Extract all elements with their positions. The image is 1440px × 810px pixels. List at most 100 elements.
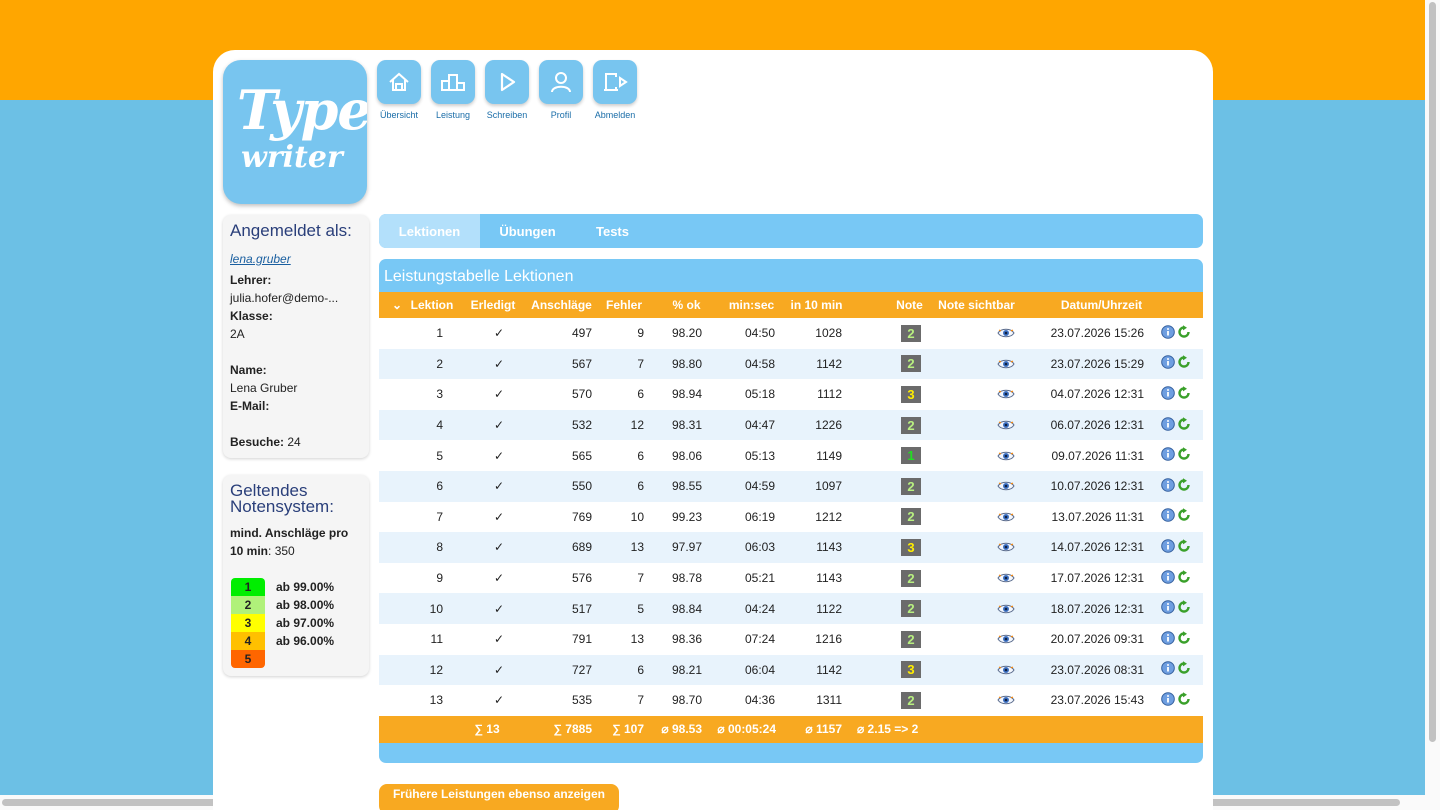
- cell-min-sec: 04:58: [744, 356, 775, 371]
- row-actions: [1161, 379, 1195, 410]
- table-row: 7 ✓ 769 10 99.23 06:19 1212 13.07.2026 11:31 2: [379, 501, 1203, 533]
- repeat-icon[interactable]: [1177, 355, 1191, 372]
- cell-datum: 18.07.2026 12:31: [1050, 601, 1144, 616]
- info-icon[interactable]: [1161, 386, 1175, 403]
- cell-erledigt: ✓: [493, 418, 505, 433]
- repeat-icon[interactable]: [1177, 661, 1191, 678]
- cell-lektion: 4: [436, 418, 443, 433]
- repeat-icon[interactable]: [1177, 508, 1191, 525]
- repeat-icon[interactable]: [1177, 416, 1191, 434]
- info-icon[interactable]: [1161, 416, 1175, 434]
- header-note[interactable]: Note: [887, 292, 932, 318]
- header-in-10-min[interactable]: in 10 min: [784, 292, 849, 318]
- header-lektion[interactable]: Lektion: [407, 292, 457, 318]
- grade-badge: 2: [901, 569, 921, 587]
- repeat-icon[interactable]: [1177, 386, 1191, 403]
- info-icon[interactable]: [1161, 692, 1175, 709]
- repeat-icon[interactable]: [1177, 447, 1191, 464]
- repeat-icon[interactable]: [1177, 692, 1191, 709]
- info-icon[interactable]: [1161, 355, 1175, 372]
- user-icon: [539, 60, 583, 104]
- cell-erledigt: ✓: [493, 326, 505, 341]
- info-icon[interactable]: [1161, 661, 1175, 678]
- nav-profil-button[interactable]: Profil: [534, 60, 588, 120]
- repeat-icon[interactable]: [1177, 569, 1191, 587]
- eye-icon[interactable]: [996, 379, 1016, 410]
- min-strokes-line: 10 min: 350: [230, 544, 295, 558]
- typewriter-logo[interactable]: Type writer: [223, 60, 367, 204]
- eye-icon[interactable]: [996, 502, 1016, 533]
- row-actions: [1161, 624, 1195, 655]
- cell-pct-ok: 98.84: [671, 601, 702, 616]
- repeat-icon[interactable]: [1177, 324, 1191, 342]
- header-min-sec[interactable]: min:sec: [724, 292, 779, 318]
- header-note-sichtbar[interactable]: Note sichtbar: [934, 292, 1019, 318]
- cell-in-10-min: 1226: [815, 418, 842, 433]
- vertical-scrollbar-thumb[interactable]: [1429, 2, 1436, 742]
- info-icon[interactable]: [1161, 324, 1175, 342]
- repeat-icon[interactable]: [1177, 477, 1191, 495]
- tab-tests[interactable]: Tests: [575, 214, 650, 248]
- info-icon[interactable]: [1161, 508, 1175, 525]
- username-link[interactable]: lena.gruber: [230, 252, 291, 266]
- row-actions: [1161, 532, 1195, 563]
- info-icon[interactable]: [1161, 600, 1175, 617]
- cell-erledigt: ✓: [493, 356, 505, 371]
- header-erledigt[interactable]: Erledigt: [467, 292, 519, 318]
- vertical-scrollbar[interactable]: [1425, 0, 1440, 810]
- cell-in-10-min: 1143: [816, 571, 842, 586]
- results-table: ⌄ Lektion Erledigt Anschläge Fehler % ok…: [379, 292, 1203, 743]
- table-row: 1 ✓ 497 9 98.20 04:50 1028 23.07.2026 15:26 2: [379, 318, 1203, 349]
- header-fehler[interactable]: Fehler: [603, 292, 645, 318]
- eye-icon[interactable]: [996, 318, 1016, 349]
- info-icon[interactable]: [1161, 539, 1175, 556]
- info-icon[interactable]: [1161, 569, 1175, 587]
- main-card: Type writer Übersicht Leistung Schreiben: [213, 50, 1213, 810]
- row-actions: [1161, 471, 1195, 502]
- eye-icon[interactable]: [996, 655, 1016, 686]
- cell-pct-ok: 98.55: [671, 479, 702, 494]
- avg-note: ⌀ 2.15 => 2: [857, 722, 919, 737]
- cell-fehler: 13: [630, 540, 644, 555]
- eye-icon[interactable]: [996, 349, 1016, 380]
- header-anschlaege[interactable]: Anschläge: [529, 292, 594, 318]
- eye-icon[interactable]: [996, 471, 1016, 502]
- header-datum[interactable]: Datum/Uhrzeit: [1054, 292, 1149, 318]
- cell-datum: 04.07.2026 12:31: [1050, 387, 1144, 402]
- tab-uebungen[interactable]: Übungen: [480, 214, 575, 248]
- eye-icon[interactable]: [996, 440, 1016, 471]
- repeat-icon[interactable]: [1177, 600, 1191, 617]
- grade-scale-row: 3 ab 97.00%: [231, 614, 334, 632]
- eye-icon[interactable]: [996, 685, 1016, 716]
- repeat-icon[interactable]: [1177, 630, 1191, 648]
- grade-badge: 1: [901, 447, 921, 465]
- eye-icon[interactable]: [996, 593, 1016, 624]
- tab-bar: Lektionen Übungen Tests: [379, 214, 1203, 248]
- cell-anschlaege: 689: [571, 540, 592, 555]
- header-pct-ok[interactable]: % ok: [664, 292, 709, 318]
- nav-schreiben-button[interactable]: Schreiben: [480, 60, 534, 120]
- sort-toggle-icon[interactable]: ⌄: [389, 292, 405, 318]
- nav-leistung-button[interactable]: Leistung: [426, 60, 480, 120]
- cell-datum: 23.07.2026 08:31: [1050, 662, 1144, 677]
- nav-abmelden-button[interactable]: Abmelden: [588, 60, 642, 120]
- info-icon[interactable]: [1161, 477, 1175, 495]
- tab-lektionen[interactable]: Lektionen: [379, 214, 480, 248]
- info-icon[interactable]: [1161, 630, 1175, 648]
- repeat-icon[interactable]: [1177, 539, 1191, 556]
- cell-erledigt: ✓: [493, 540, 505, 555]
- show-older-results-button[interactable]: Frühere Leistungen ebenso anzeigen: [379, 784, 619, 810]
- eye-icon[interactable]: [996, 532, 1016, 563]
- grade-badge: 2: [901, 355, 921, 373]
- cell-lektion: 5: [436, 448, 443, 463]
- play-icon: [485, 60, 529, 104]
- eye-icon[interactable]: [996, 624, 1016, 655]
- cell-fehler: 10: [630, 509, 644, 524]
- info-icon[interactable]: [1161, 447, 1175, 464]
- row-actions: [1161, 349, 1195, 380]
- eye-icon[interactable]: [996, 410, 1016, 441]
- cell-anschlaege: 517: [571, 601, 592, 616]
- cell-in-10-min: 1112: [817, 387, 842, 402]
- nav-uebersicht-button[interactable]: Übersicht: [372, 60, 426, 120]
- eye-icon[interactable]: [996, 563, 1016, 594]
